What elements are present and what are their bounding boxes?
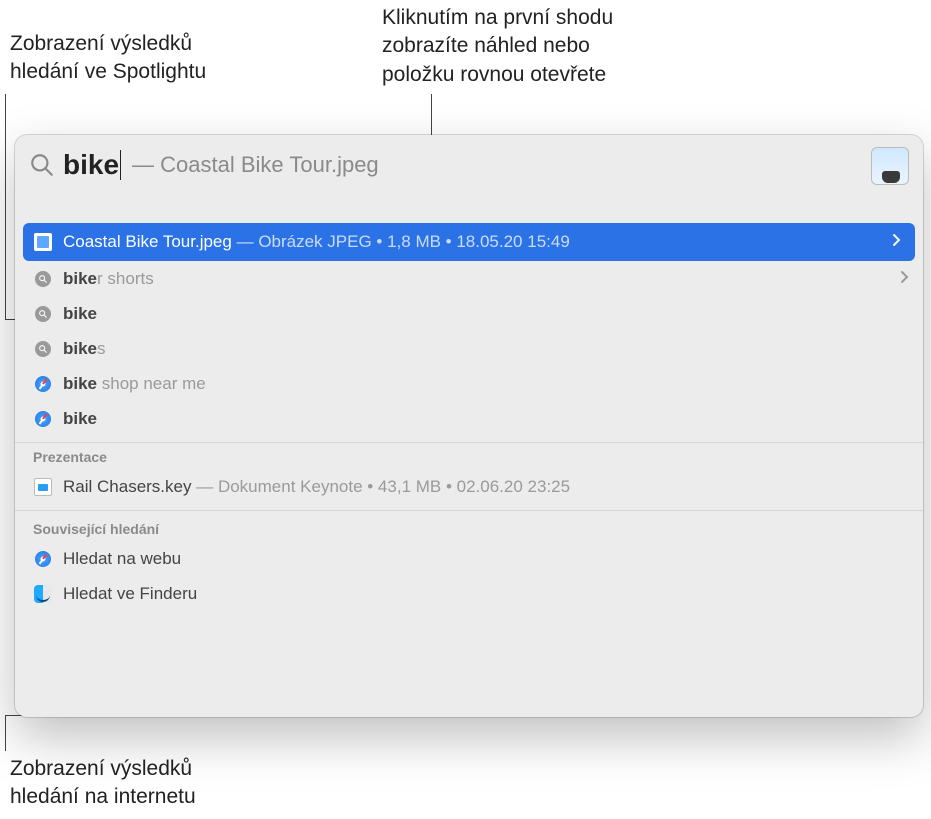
related-search-row[interactable]: Hledat na webu bbox=[15, 541, 923, 576]
chevron-right-icon bbox=[899, 269, 909, 289]
keynote-icon bbox=[33, 477, 53, 497]
callout-bottom: Zobrazení výsledků hledání na internetu bbox=[10, 755, 196, 812]
suggestion-row[interactable]: bike shop near me bbox=[15, 366, 923, 401]
search-query: bike bbox=[63, 149, 122, 181]
suggestion-label: bike bbox=[63, 304, 97, 324]
finder-icon bbox=[33, 584, 53, 604]
safari-icon bbox=[33, 374, 53, 394]
search-suggestion-icon bbox=[33, 304, 53, 324]
suggestion-row[interactable]: bike bbox=[15, 401, 923, 436]
search-icon bbox=[29, 152, 55, 178]
suggestion-row[interactable]: biker shorts bbox=[15, 261, 923, 296]
safari-icon bbox=[33, 409, 53, 429]
related-search-row[interactable]: Hledat ve Finderu bbox=[15, 576, 923, 611]
search-row[interactable]: bike — Coastal Bike Tour.jpeg bbox=[15, 135, 923, 195]
suggestion-row[interactable]: bike bbox=[15, 296, 923, 331]
suggestion-label: biker shorts bbox=[63, 269, 154, 289]
suggestion-label: bikes bbox=[63, 339, 106, 359]
results-list: Coastal Bike Tour.jpeg — Obrázek JPEG • … bbox=[15, 195, 923, 611]
suggestion-label: bike bbox=[63, 409, 97, 429]
suggestion-label: bike shop near me bbox=[63, 374, 206, 394]
section-heading-presentations: Prezentace bbox=[15, 442, 923, 469]
jpeg-icon bbox=[33, 232, 53, 252]
related-search-label: Hledat ve Finderu bbox=[63, 584, 197, 604]
presentation-title: Rail Chasers.key bbox=[63, 477, 192, 496]
section-heading-related: Související hledání bbox=[15, 510, 923, 541]
related-search-label: Hledat na webu bbox=[63, 549, 181, 569]
suggestion-row[interactable]: bikes bbox=[15, 331, 923, 366]
search-completion: — Coastal Bike Tour.jpeg bbox=[132, 152, 379, 178]
top-hit-title: Coastal Bike Tour.jpeg bbox=[63, 232, 232, 251]
presentation-row[interactable]: Rail Chasers.key — Dokument Keynote • 43… bbox=[15, 469, 923, 504]
chevron-right-icon bbox=[891, 232, 901, 252]
top-hit-meta: Obrázek JPEG • 1,8 MB • 18.05.20 15:49 bbox=[258, 232, 569, 251]
search-suggestion-icon bbox=[33, 339, 53, 359]
leader-line bbox=[5, 94, 6, 320]
search-suggestion-icon bbox=[33, 269, 53, 289]
safari-icon bbox=[33, 549, 53, 569]
top-hit-thumbnail[interactable] bbox=[871, 147, 909, 185]
presentation-meta: Dokument Keynote • 43,1 MB • 02.06.20 23… bbox=[218, 477, 570, 496]
callout-top-left: Zobrazení výsledků hledání ve Spotlightu bbox=[10, 30, 206, 87]
text-cursor bbox=[120, 150, 121, 180]
callout-top-right: Kliknutím na první shodu zobrazíte náhle… bbox=[382, 4, 613, 89]
top-hit-row[interactable]: Coastal Bike Tour.jpeg — Obrázek JPEG • … bbox=[23, 223, 915, 261]
leader-line bbox=[5, 715, 6, 751]
spotlight-window: bike — Coastal Bike Tour.jpeg Coastal Bi… bbox=[15, 135, 923, 717]
